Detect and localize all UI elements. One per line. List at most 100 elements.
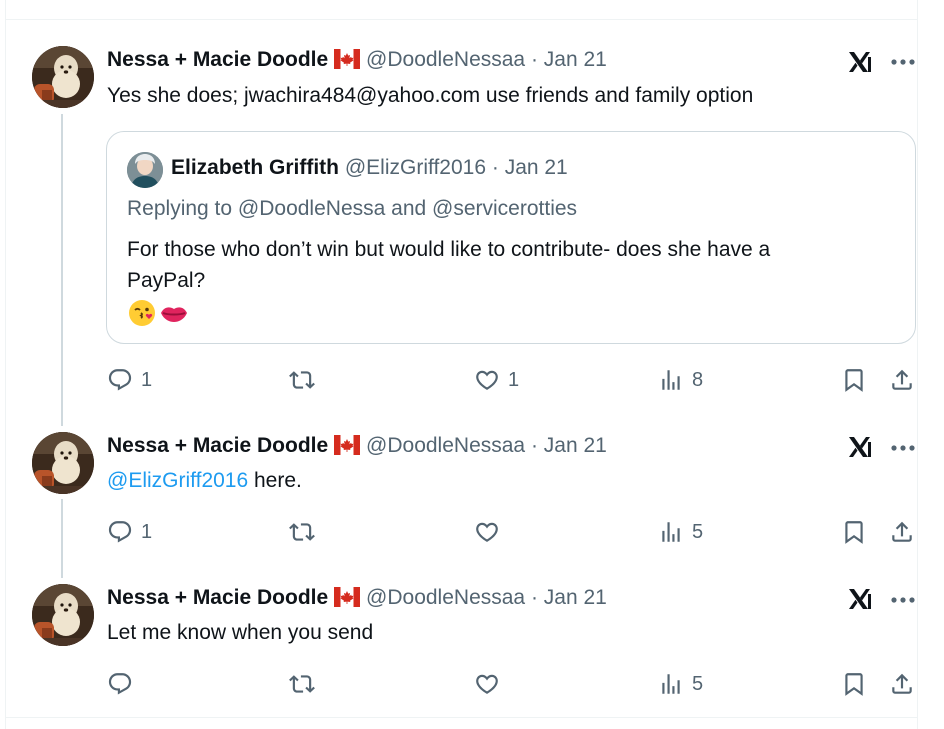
share-button[interactable] [889,669,915,699]
avatar[interactable] [32,432,94,494]
replying-mention: @servicerotties [432,197,578,220]
top-divider [5,19,917,20]
canada-flag-icon [334,435,360,461]
like-count: 1 [508,368,520,391]
bookmark-icon [841,367,867,393]
views-button[interactable]: 8 [658,365,703,395]
more-dots-icon[interactable] [890,441,916,455]
bookmark-icon [841,519,867,545]
tweet-actions: 1 5 [107,517,917,547]
heart-icon [474,367,500,393]
tweet-actions: 5 [107,669,917,699]
share-icon [889,671,915,697]
share-button[interactable] [889,517,915,547]
quote-timestamp: Jan 21 [504,156,568,179]
repost-button[interactable] [289,669,323,699]
reply-button[interactable]: 1 [107,365,152,395]
separator-dot: · [530,586,538,609]
more-dots-icon[interactable] [890,55,916,69]
kissing-face-emoji [129,300,155,326]
view-count: 8 [692,368,704,391]
bookmark-button[interactable] [841,669,867,699]
tweet-text: Yes she does; jwachira484@yahoo.com use … [107,84,754,107]
handle[interactable]: @DoodleNessaa [366,586,525,609]
thread-connector-line [61,114,63,426]
grok-icon[interactable] [846,48,874,76]
views-bar-chart-icon [658,671,684,697]
like-button[interactable]: 1 [474,365,519,395]
reply-button[interactable] [107,669,141,699]
display-name[interactable]: Nessa + Macie Doodle [107,586,328,609]
handle[interactable]: @DoodleNessaa [366,48,525,71]
quote-avatar [127,152,163,188]
tweet-header: Nessa + Macie Doodle @DoodleNessaa · Jan… [107,586,607,613]
quote-text: For those who don’t win but would like t… [127,234,897,296]
heart-icon [474,671,500,697]
grok-icon[interactable] [846,433,874,461]
reply-icon [107,519,133,545]
reply-icon [107,367,133,393]
canada-flag-icon [334,49,360,75]
reply-count: 1 [141,520,153,543]
separator-dot: · [491,156,499,179]
repost-icon [289,671,315,697]
bookmark-icon [841,671,867,697]
avatar[interactable] [32,46,94,108]
kiss-mark-emoji [161,307,187,322]
separator-dot: · [530,48,538,71]
quote-emojis: 😘 💋 [127,298,189,328]
avatar[interactable] [32,584,94,646]
replying-to: Replying to @DoodleNessa and @servicerot… [127,197,577,221]
quoted-tweet[interactable]: Elizabeth Griffith @ElizGriff2016 · Jan … [106,131,916,344]
like-button[interactable] [474,517,508,547]
display-name[interactable]: Nessa + Macie Doodle [107,434,328,457]
share-button[interactable] [889,365,915,395]
quote-header: Elizabeth Griffith @ElizGriff2016 · Jan … [171,156,568,180]
heart-icon [474,519,500,545]
grok-icon[interactable] [846,585,874,613]
separator-dot: · [530,434,538,457]
more-dots-icon[interactable] [890,593,916,607]
repost-icon [289,367,315,393]
tweet-text-rest: here. [248,469,302,492]
reply-icon [107,671,133,697]
bottom-divider [5,717,917,718]
view-count: 5 [692,520,704,543]
tweet-header: Nessa + Macie Doodle @DoodleNessaa · Jan… [107,48,607,75]
thread-connector-line [61,499,63,578]
replying-prefix: Replying to [127,197,233,220]
view-count: 5 [692,672,704,695]
canada-flag-icon [334,587,360,613]
reply-count: 1 [141,368,153,391]
repost-button[interactable] [289,517,323,547]
replying-and: and [391,197,427,220]
views-button[interactable]: 5 [658,517,703,547]
tweet-header: Nessa + Macie Doodle @DoodleNessaa · Jan… [107,434,607,461]
share-icon [889,519,915,545]
quote-text-line: For those who don’t win but would like t… [127,238,771,261]
tweet-actions: 1 1 8 [107,365,917,395]
bookmark-button[interactable] [841,517,867,547]
repost-icon [289,519,315,545]
timestamp[interactable]: Jan 21 [544,48,607,71]
quote-text-line: PayPal? [127,269,206,292]
quote-handle: @ElizGriff2016 [344,156,486,179]
views-bar-chart-icon [658,367,684,393]
bookmark-button[interactable] [841,365,867,395]
views-bar-chart-icon [658,519,684,545]
timestamp[interactable]: Jan 21 [544,586,607,609]
tweet-text: @ElizGriff2016 here. [107,469,302,493]
mention-link[interactable]: @ElizGriff2016 [107,469,248,492]
display-name[interactable]: Nessa + Macie Doodle [107,48,328,71]
timeline-right-border [917,0,918,729]
repost-button[interactable] [289,365,323,395]
reply-button[interactable]: 1 [107,517,152,547]
timestamp[interactable]: Jan 21 [544,434,607,457]
timeline-left-border [5,0,6,729]
quote-display-name: Elizabeth Griffith [171,156,339,179]
tweet-text: Let me know when you send [107,621,374,644]
like-button[interactable] [474,669,508,699]
handle[interactable]: @DoodleNessaa [366,434,525,457]
share-icon [889,367,915,393]
views-button[interactable]: 5 [658,669,703,699]
